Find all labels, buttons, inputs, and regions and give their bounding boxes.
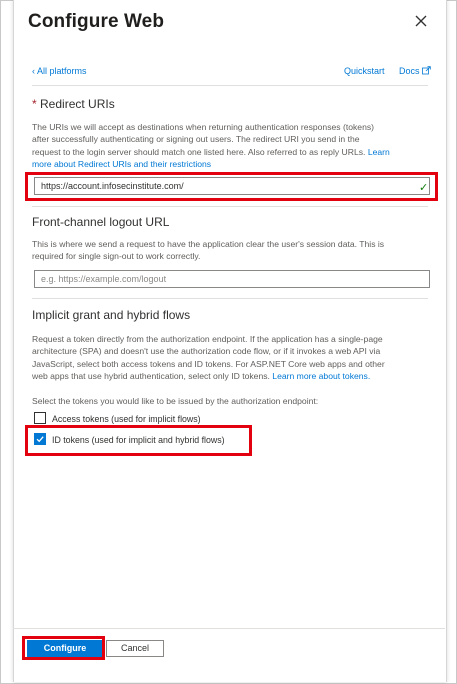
redirect-uris-description: The URIs we will accept as destinations …: [32, 121, 430, 171]
all-platforms-label: All platforms: [37, 66, 87, 76]
redirect-desc-line: after successfully authenticating or sig…: [32, 134, 360, 145]
implicit-desc-line: Request a token directly from the author…: [32, 334, 383, 344]
redirect-desc-line: request to the login server should match…: [32, 146, 430, 158]
select-tokens-prompt: Select the tokens you would like to be i…: [32, 396, 319, 406]
logout-url-title: Front-channel logout URL: [32, 215, 170, 229]
implicit-desc-line: web apps that use hybrid authentication,…: [32, 370, 430, 382]
learn-more-tokens-link[interactable]: Learn more about tokens.: [272, 371, 370, 381]
redirect-uris-title: Redirect URIs: [40, 97, 115, 111]
section-divider: [32, 206, 428, 207]
redirect-desc-line: The URIs we will accept as destinations …: [32, 122, 375, 132]
learn-more-redirect-link-1[interactable]: Learn: [368, 147, 390, 157]
docs-label: Docs: [399, 66, 420, 76]
quickstart-link[interactable]: Quickstart: [344, 66, 385, 76]
cancel-button[interactable]: Cancel: [106, 640, 164, 657]
panel-title: Configure Web: [28, 11, 165, 32]
learn-more-redirect-link-2[interactable]: more about Redirect URIs and their restr…: [32, 159, 211, 169]
implicit-grant-description: Request a token directly from the author…: [32, 333, 430, 383]
header-divider: [32, 85, 428, 86]
logout-url-description: This is where we send a request to have …: [32, 238, 430, 263]
redirect-uri-highlight: [25, 172, 438, 201]
redirect-desc-line: more about Redirect URIs and their restr…: [32, 158, 430, 170]
required-mark: *: [32, 97, 37, 111]
footer-divider: [13, 628, 445, 629]
implicit-desc-line: architecture (SPA) and doesn't use the a…: [32, 346, 381, 357]
redirect-uris-heading: * Redirect URIs: [32, 97, 115, 111]
section-divider: [32, 298, 428, 299]
redirect-desc-text: request to the login server should match…: [32, 146, 366, 157]
docs-link[interactable]: Docs: [399, 66, 431, 76]
external-link-icon: [422, 66, 431, 75]
implicit-desc-line: JavaScript, select both access tokens an…: [32, 358, 385, 369]
logout-url-input[interactable]: [34, 270, 430, 288]
all-platforms-link[interactable]: ‹ All platforms: [32, 66, 87, 76]
logout-desc-line: This is where we send a request to have …: [32, 239, 385, 249]
id-tokens-highlight: [25, 425, 252, 456]
logout-desc-line: required for single sign-out to work cor…: [32, 251, 201, 262]
close-icon[interactable]: [414, 14, 428, 28]
configure-web-panel: Configure Web ‹ All platforms Quickstart…: [13, 0, 447, 682]
implicit-grant-title: Implicit grant and hybrid flows: [32, 308, 191, 322]
access-tokens-checkbox[interactable]: [34, 412, 46, 424]
implicit-desc-text: web apps that use hybrid authentication,…: [32, 371, 270, 382]
configure-highlight: [22, 636, 105, 660]
access-tokens-label: Access tokens (used for implicit flows): [52, 414, 201, 424]
